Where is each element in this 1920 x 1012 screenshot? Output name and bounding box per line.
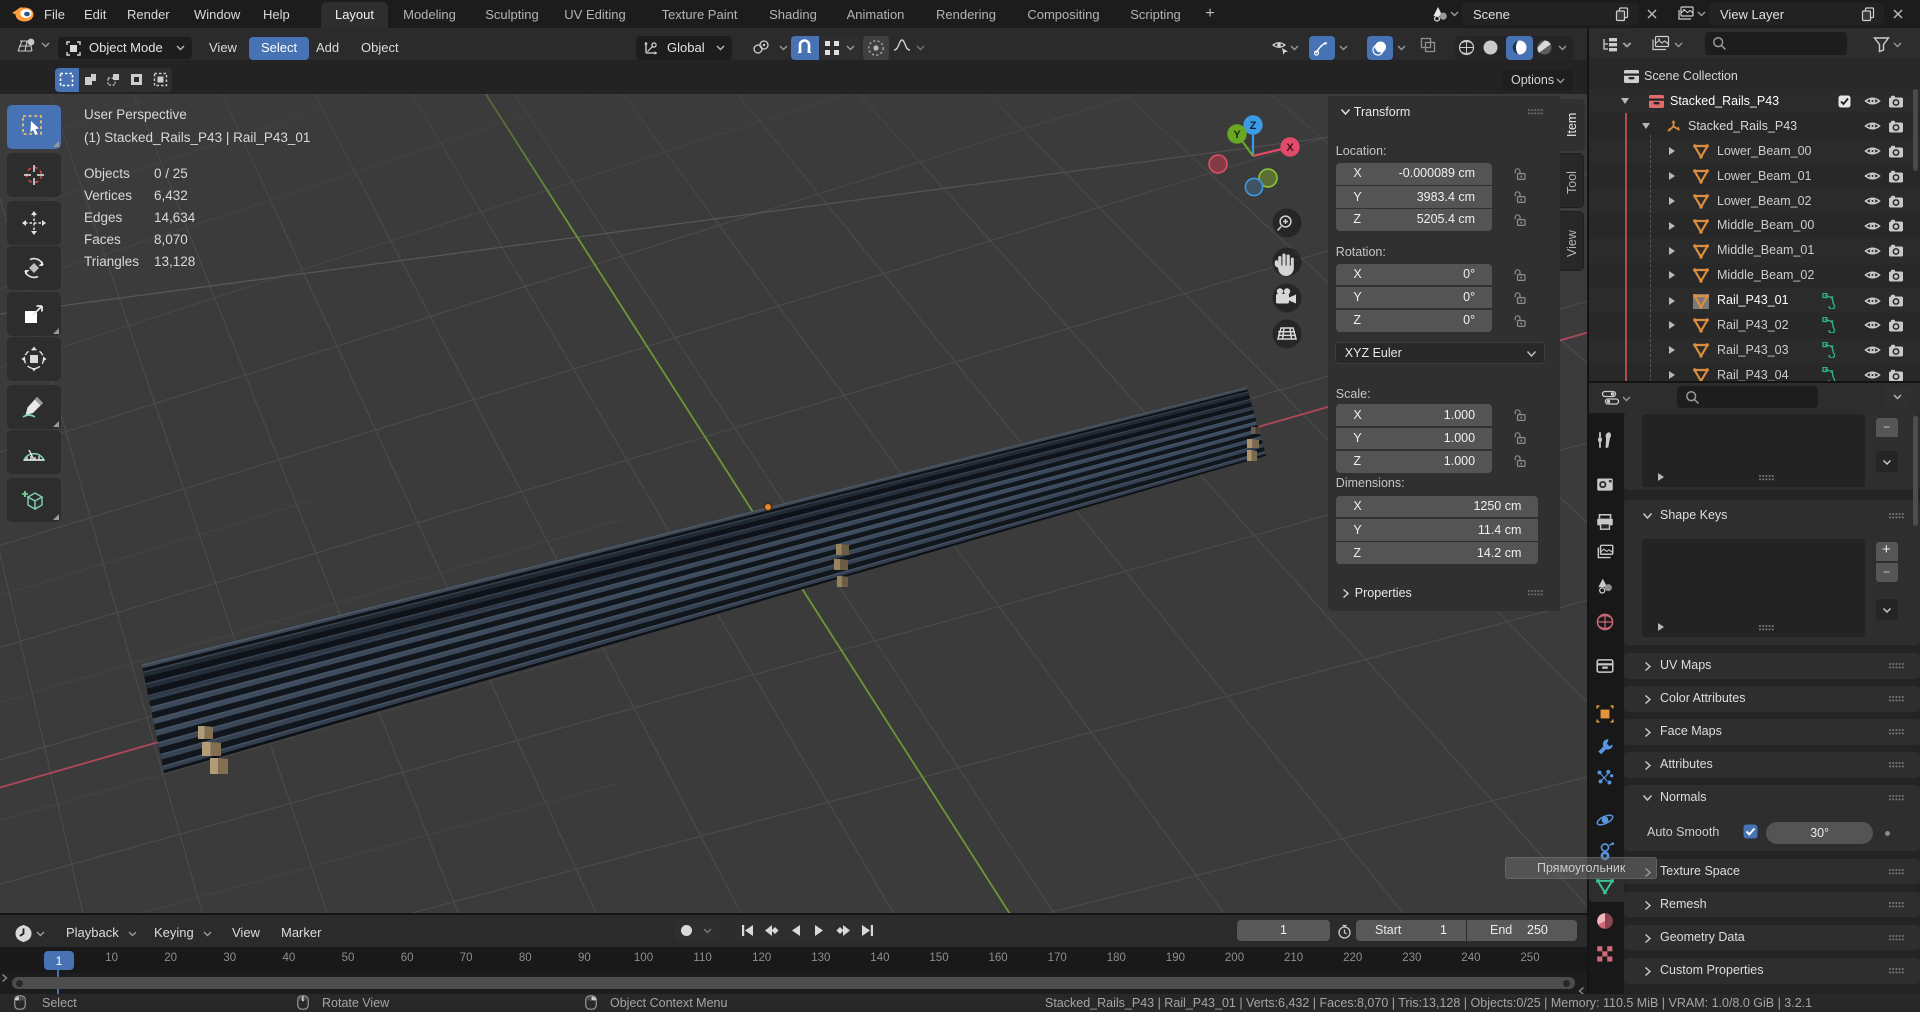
svg-text:X: X	[1286, 142, 1294, 154]
svg-text:Y: Y	[1233, 129, 1241, 141]
svg-text:Z: Z	[1250, 120, 1257, 132]
